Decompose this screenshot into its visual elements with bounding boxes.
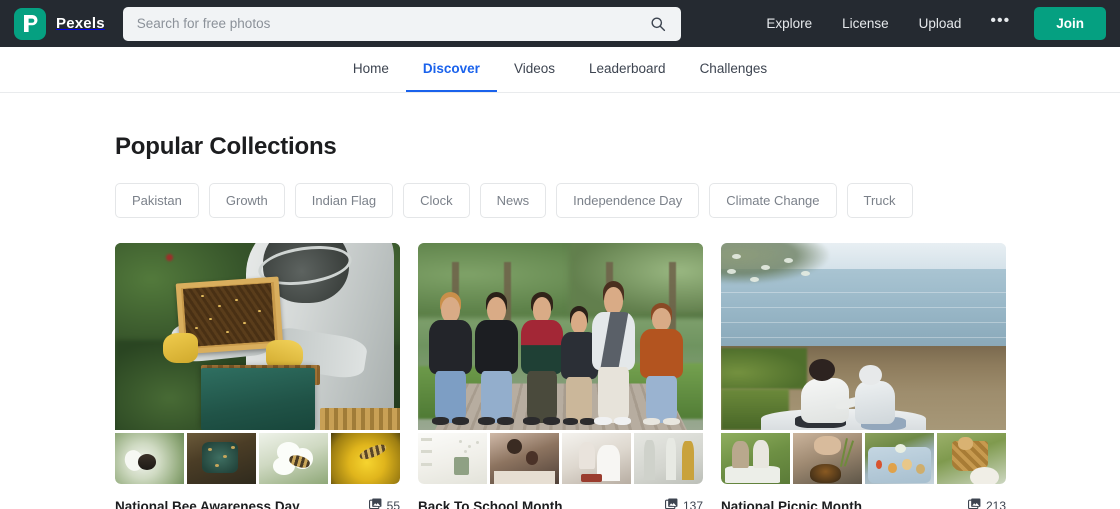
chip-climate-change[interactable]: Climate Change — [709, 183, 837, 218]
collection-photo-count: 55 — [368, 498, 400, 509]
tab-challenges[interactable]: Challenges — [683, 47, 785, 92]
chip-clock[interactable]: Clock — [403, 183, 470, 218]
collection-card[interactable]: National Bee Awareness Day 55 — [115, 243, 400, 509]
chip-growth[interactable]: Growth — [208, 183, 285, 218]
page-title: Popular Collections — [115, 133, 337, 160]
collection-thumbnail[interactable] — [793, 433, 862, 484]
collection-thumbnail-strip — [721, 433, 1006, 484]
tab-leaderboard[interactable]: Leaderboard — [572, 47, 683, 92]
collection-thumbnail[interactable] — [259, 433, 328, 484]
collection-title: Back To School Month — [418, 498, 563, 509]
search-bar[interactable] — [122, 6, 681, 41]
chip-pakistan[interactable]: Pakistan — [115, 183, 199, 218]
collection-thumbnail[interactable] — [562, 433, 631, 484]
top-navigation: Explore License Upload ••• Join — [751, 7, 1106, 40]
photo-stack-icon — [664, 498, 678, 509]
collection-filter-chips: Pakistan Growth Indian Flag Clock News I… — [115, 183, 1005, 218]
collection-title: National Bee Awareness Day — [115, 498, 300, 509]
photo-stack-icon — [368, 498, 382, 509]
chip-independence-day[interactable]: Independence Day — [556, 183, 700, 218]
collection-thumbnail[interactable] — [331, 433, 400, 484]
collection-hero-image[interactable] — [115, 243, 400, 430]
secondary-navigation: Home Discover Videos Leaderboard Challen… — [0, 47, 1120, 93]
collection-thumbnail[interactable] — [937, 433, 1006, 484]
collection-photo-count: 137 — [664, 498, 703, 509]
brand-name: Pexels — [56, 15, 105, 32]
search-icon[interactable] — [645, 11, 671, 37]
photo-stack-icon — [967, 498, 981, 509]
tab-discover[interactable]: Discover — [405, 47, 497, 92]
collection-thumbnail-strip — [418, 433, 703, 484]
collection-thumbnail[interactable] — [115, 433, 184, 484]
tab-home[interactable]: Home — [336, 47, 406, 92]
ellipsis-icon[interactable]: ••• — [976, 12, 1024, 36]
collection-thumbnail[interactable] — [865, 433, 934, 484]
tab-videos[interactable]: Videos — [497, 47, 572, 92]
collection-thumbnail[interactable] — [490, 433, 559, 484]
collection-thumbnail[interactable] — [418, 433, 487, 484]
collection-thumbnail[interactable] — [187, 433, 256, 484]
collection-thumbnail[interactable] — [721, 433, 790, 484]
collection-footer: Back To School Month 137 — [418, 498, 703, 509]
collection-hero-image[interactable] — [418, 243, 703, 430]
main-content: Popular Collections Pakistan Growth Indi… — [0, 133, 1120, 509]
top-header-bar: Pexels Explore License Upload ••• Join — [0, 0, 1120, 47]
collection-photo-count: 213 — [967, 498, 1006, 509]
search-input[interactable] — [136, 16, 645, 31]
collection-card[interactable]: National Picnic Month 213 — [721, 243, 1006, 509]
collections-grid: National Bee Awareness Day 55 Back To Sc… — [115, 243, 1006, 509]
nav-link-explore[interactable]: Explore — [751, 8, 827, 39]
join-button[interactable]: Join — [1034, 7, 1106, 40]
nav-link-upload[interactable]: Upload — [904, 8, 977, 39]
collection-footer: National Bee Awareness Day 55 — [115, 498, 400, 509]
collection-thumbnail-strip — [115, 433, 400, 484]
chip-indian-flag[interactable]: Indian Flag — [294, 183, 394, 218]
chip-news[interactable]: News — [479, 183, 547, 218]
collection-thumbnail[interactable] — [634, 433, 703, 484]
collection-count-value: 137 — [682, 499, 703, 509]
collection-count-value: 213 — [985, 499, 1006, 509]
pexels-p-logo-icon — [14, 7, 46, 40]
nav-link-license[interactable]: License — [827, 8, 904, 39]
collection-footer: National Picnic Month 213 — [721, 498, 1006, 509]
brand-home-link[interactable]: Pexels — [14, 7, 105, 40]
collection-card[interactable]: Back To School Month 137 — [418, 243, 703, 509]
collection-count-value: 55 — [386, 499, 400, 509]
collection-hero-image[interactable] — [721, 243, 1006, 430]
chip-truck[interactable]: Truck — [846, 183, 913, 218]
collection-title: National Picnic Month — [721, 498, 863, 509]
